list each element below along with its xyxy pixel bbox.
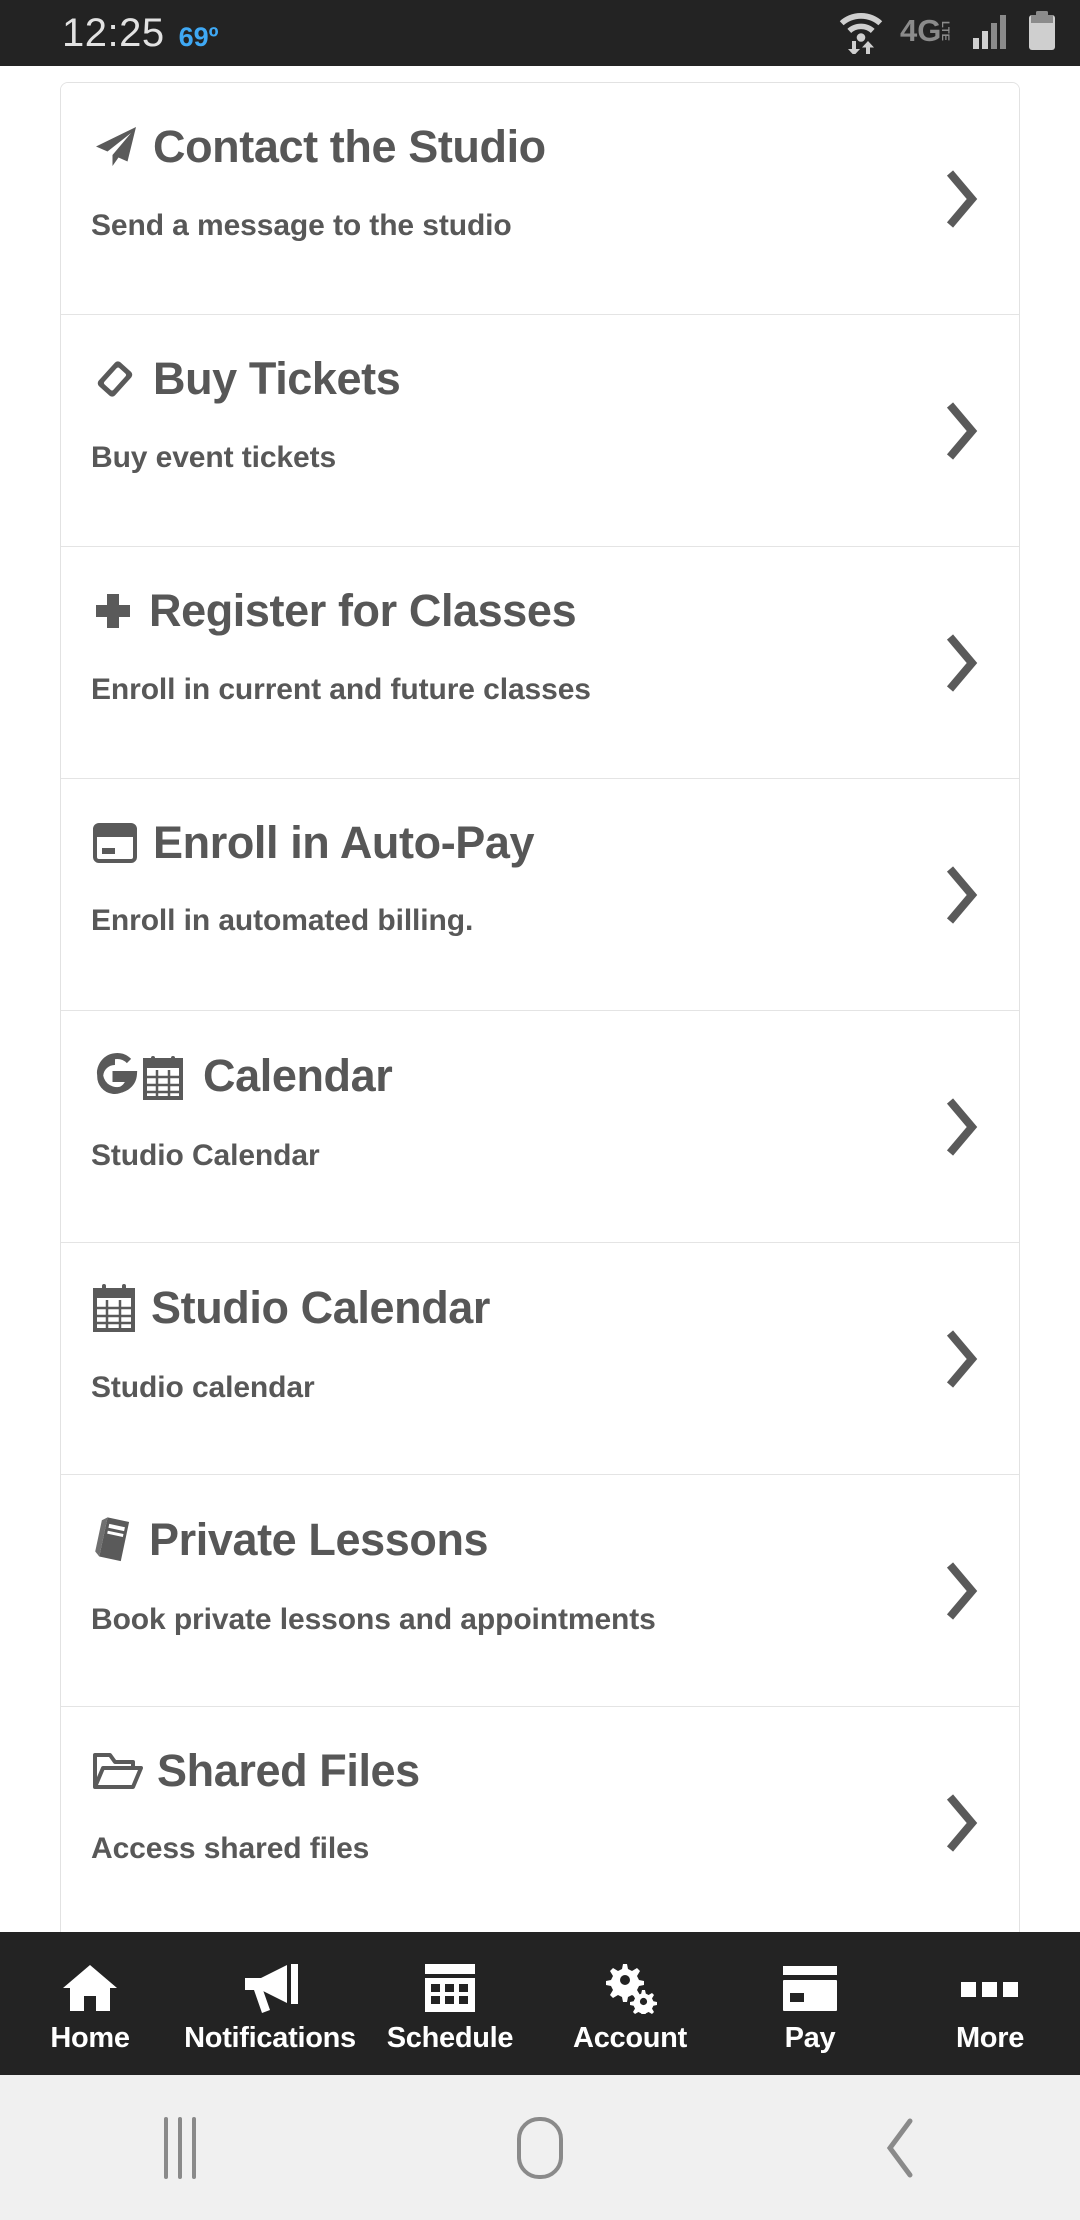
menu-item-subtitle: Studio calendar xyxy=(91,1371,315,1404)
menu-item-subtitle: Access shared files xyxy=(91,1832,370,1866)
chevron-right-icon[interactable] xyxy=(939,1792,983,1854)
menu-item-label: Register for Classes xyxy=(149,585,577,637)
tab-schedule[interactable]: Schedule xyxy=(360,1932,540,2075)
menu-item-label: Private Lessons xyxy=(149,1514,489,1566)
list-item[interactable]: Enroll in Auto-Pay Enroll in automated b… xyxy=(61,779,1019,1011)
menu-list: Contact the Studio Send a message to the… xyxy=(60,82,1020,1940)
gears-icon xyxy=(601,1958,659,2014)
tab-label: Home xyxy=(50,2022,130,2054)
chevron-right-icon[interactable] xyxy=(939,1328,983,1390)
menu-item-title-row: Register for Classes xyxy=(91,587,919,635)
book-icon xyxy=(91,1515,135,1565)
menu-item-label: Buy Tickets xyxy=(153,353,401,405)
list-item[interactable]: Calendar Studio Calendar xyxy=(61,1011,1019,1243)
home-icon xyxy=(62,1958,118,2014)
menu-item-label: Calendar xyxy=(203,1050,393,1102)
status-temperature: 69º xyxy=(178,21,219,52)
tab-pay[interactable]: Pay xyxy=(720,1932,900,2075)
tab-label: More xyxy=(955,2022,1025,2054)
svg-text:LTE: LTE xyxy=(939,21,951,41)
menu-item-subtitle: Buy event tickets xyxy=(91,441,337,474)
svg-text:4G: 4G xyxy=(900,13,941,48)
status-bar: 12:25 69º 4G LTE xyxy=(0,0,1080,66)
menu-item-subtitle: Enroll in current and future classes xyxy=(91,673,591,706)
menu-item-subtitle: Enroll in automated billing. xyxy=(91,904,474,938)
tab-home[interactable]: Home xyxy=(0,1932,180,2075)
list-item[interactable]: Studio Calendar Studio calendar xyxy=(61,1243,1019,1475)
google-calendar-icon xyxy=(91,1051,189,1101)
battery-icon xyxy=(1028,10,1056,56)
plus-icon xyxy=(91,587,135,635)
menu-item-label: Studio Calendar xyxy=(151,1282,491,1334)
menu-item-title-row: Enroll in Auto-Pay xyxy=(91,819,919,866)
back-chevron-shape xyxy=(886,2118,913,2177)
menu-item-subtitle: Book private lessons and appointments xyxy=(91,1603,656,1636)
tab-label: Account xyxy=(573,2022,687,2054)
back-chevron-icon[interactable] xyxy=(720,2075,1080,2220)
chevron-right-icon[interactable] xyxy=(939,864,983,926)
tab-label: Notifications xyxy=(184,2022,356,2054)
menu-item-title-row: Private Lessons xyxy=(91,1515,919,1565)
menu-item-label: Enroll in Auto-Pay xyxy=(153,817,535,868)
menu-item-subtitle: Send a message to the studio xyxy=(91,209,512,242)
paper-plane-icon xyxy=(91,123,139,171)
home-pill-shape xyxy=(517,2116,563,2179)
tab-label: Pay xyxy=(784,2022,836,2054)
4g-lte-icon: 4G LTE xyxy=(900,11,956,56)
recents-icon[interactable] xyxy=(0,2075,360,2220)
recents-bars xyxy=(164,2116,196,2179)
menu-item-label: Contact the Studio xyxy=(153,121,546,173)
bullhorn-icon xyxy=(239,1958,301,2014)
list-item[interactable]: Buy Tickets Buy event tickets xyxy=(61,315,1019,547)
bottom-tab-bar: Home Notifications Schedule Account Pay … xyxy=(0,1932,1080,2075)
menu-item-title-row: Buy Tickets xyxy=(91,355,919,403)
chevron-right-icon[interactable] xyxy=(939,168,983,230)
chevron-right-icon[interactable] xyxy=(939,632,983,694)
menu-item-title-row: Calendar xyxy=(91,1051,919,1101)
list-item[interactable]: Register for Classes Enroll in current a… xyxy=(61,547,1019,779)
status-clock: 12:25 xyxy=(62,10,165,55)
tab-account[interactable]: Account xyxy=(540,1932,720,2075)
menu-item-title-row: Shared Files xyxy=(91,1747,919,1794)
chevron-right-icon[interactable] xyxy=(939,400,983,462)
tab-more[interactable]: More xyxy=(900,1932,1080,2075)
credit-card-icon xyxy=(781,1958,839,2014)
ticket-icon xyxy=(91,355,139,403)
list-item[interactable]: Private Lessons Book private lessons and… xyxy=(61,1475,1019,1707)
list-item[interactable]: Shared Files Access shared files xyxy=(61,1707,1019,1939)
calendar-grid-icon xyxy=(423,1958,477,2014)
folder-open-icon xyxy=(91,1749,143,1793)
tab-notifications[interactable]: Notifications xyxy=(180,1932,360,2075)
tab-label: Schedule xyxy=(386,2022,514,2054)
chevron-right-icon[interactable] xyxy=(939,1096,983,1158)
menu-item-label: Shared Files xyxy=(157,1745,420,1796)
list-item[interactable]: Contact the Studio Send a message to the… xyxy=(61,83,1019,315)
calendar-icon xyxy=(91,1283,137,1333)
wifi-data-icon xyxy=(839,8,883,59)
signal-bars-icon xyxy=(973,13,1011,54)
ellipsis-icon xyxy=(959,1958,1021,2014)
home-pill-icon[interactable] xyxy=(360,2075,720,2220)
menu-item-title-row: Studio Calendar xyxy=(91,1283,919,1333)
status-bar-left: 12:25 69º xyxy=(62,11,219,56)
credit-card-icon xyxy=(91,821,139,865)
chevron-right-icon[interactable] xyxy=(939,1560,983,1622)
menu-item-title-row: Contact the Studio xyxy=(91,123,919,171)
status-bar-right: 4G LTE xyxy=(839,8,1056,59)
android-nav-bar xyxy=(0,2075,1080,2220)
menu-item-subtitle: Studio Calendar xyxy=(91,1139,320,1172)
